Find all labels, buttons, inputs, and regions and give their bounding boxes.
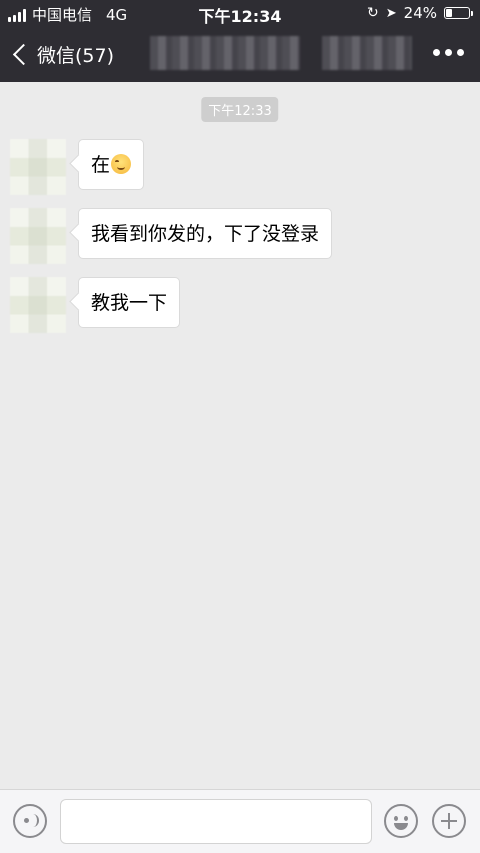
- battery-percent: 24%: [403, 4, 437, 22]
- message-text: 教我一下: [91, 292, 168, 314]
- avatar[interactable]: [10, 277, 66, 333]
- nav-bar: 微信(57): [0, 26, 480, 82]
- status-bar: 中国电信 4G 下午12:34 ↻ ➤ 24%: [0, 0, 480, 26]
- message-row: 教我一下: [10, 277, 181, 333]
- message-bubble[interactable]: 教我一下: [78, 277, 181, 328]
- avatar[interactable]: [10, 208, 66, 264]
- blurred-title-part: [150, 36, 300, 70]
- battery-fill: [446, 9, 452, 17]
- more-dots-icon[interactable]: [433, 49, 464, 56]
- battery-icon: [444, 7, 473, 19]
- plus-icon[interactable]: [432, 804, 466, 838]
- message-row: 我看到你发的，下了没登录: [10, 208, 333, 264]
- blurred-title-part: [322, 36, 412, 70]
- smiling-face-emoji-icon: [111, 154, 132, 174]
- avatar[interactable]: [10, 139, 66, 195]
- voice-icon[interactable]: [13, 804, 47, 838]
- status-right: ↻ ➤ 24%: [367, 4, 473, 22]
- back-label: 微信(57): [37, 44, 115, 67]
- location-arrow-icon: ➤: [385, 5, 397, 21]
- rotation-lock-icon: ↻: [367, 5, 379, 21]
- message-text: 在: [91, 154, 111, 176]
- message-input[interactable]: [60, 799, 372, 844]
- message-text: 我看到你发的，下了没登录: [91, 223, 320, 245]
- message-bubble[interactable]: 我看到你发的，下了没登录: [78, 208, 333, 259]
- back-button[interactable]: 微信(57): [10, 26, 114, 82]
- emoji-icon[interactable]: [384, 804, 418, 838]
- message-row: 在: [10, 139, 145, 195]
- chevron-left-icon: [12, 43, 35, 65]
- message-timestamp: 下午12:33: [201, 97, 279, 122]
- message-bubble[interactable]: 在: [78, 139, 145, 190]
- blurred-chat-title: [150, 36, 412, 70]
- input-bar: [0, 789, 480, 853]
